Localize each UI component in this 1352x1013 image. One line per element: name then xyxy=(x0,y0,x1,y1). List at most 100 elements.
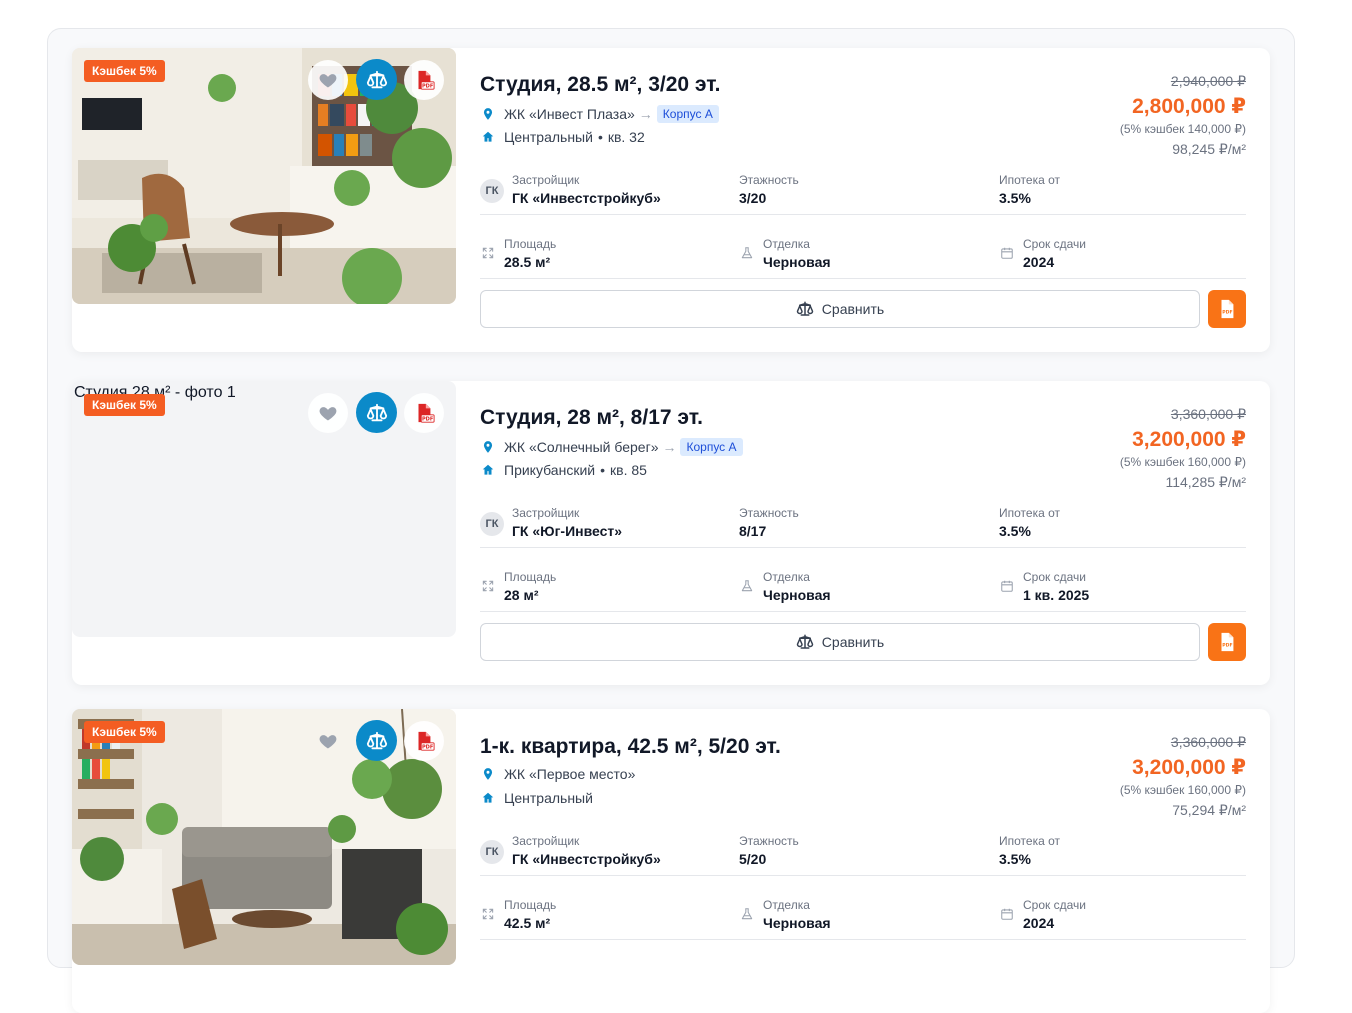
developer-value[interactable]: ГК «Юг-Инвест» xyxy=(512,523,622,539)
scale-icon xyxy=(366,402,388,424)
info-row-specs: Площадь 28.5 м² Отделка Черновая Срок сд… xyxy=(480,237,1246,279)
building-badge[interactable]: Корпус А xyxy=(656,105,719,123)
calendar-icon xyxy=(999,906,1015,922)
floors-cell: Этажность 3/20 xyxy=(739,173,799,206)
mortgage-label: Ипотека от xyxy=(999,506,1060,520)
favorite-button[interactable] xyxy=(308,721,348,761)
info-row-specs: Площадь 28 м² Отделка Черновая Срок сдач… xyxy=(480,570,1246,612)
info-row-main: ГК Застройщик ГК «Юг-Инвест» Этажность 8… xyxy=(480,506,1246,548)
area-value: 42.5 м² xyxy=(504,915,551,931)
flask-icon xyxy=(739,578,755,594)
floors-label: Этажность xyxy=(739,834,799,848)
favorite-button[interactable] xyxy=(308,60,348,100)
price-per-m2: 114,285 ₽/м² xyxy=(1165,474,1246,490)
district-line: Прикубанский • кв. 85 xyxy=(480,462,647,478)
pdf-icon xyxy=(413,402,435,424)
district-name: Прикубанский xyxy=(504,462,596,478)
listing-card[interactable]: Студия 28 м² - фото 1 Кэшбек 5% Студия, … xyxy=(72,381,1270,685)
listing-card[interactable]: Кэшбек 5% Студия, 28.5 м², 3/20 эт. ЖК «… xyxy=(72,48,1270,352)
complex-name[interactable]: ЖК «Инвест Плаза» xyxy=(504,106,635,122)
old-price: 2,940,000 ₽ xyxy=(1170,73,1246,89)
price-block: 2,940,000 ₽ 2,800,000 ₽ (5% кэшбек 140,0… xyxy=(1120,73,1246,158)
favorite-button[interactable] xyxy=(308,393,348,433)
developer-avatar: ГК xyxy=(480,512,504,536)
location-pin-icon xyxy=(480,766,496,782)
developer-label: Застройщик xyxy=(512,173,580,187)
district-line: Центральный xyxy=(480,790,593,806)
floors-label: Этажность xyxy=(739,173,799,187)
listing-card[interactable]: Кэшбек 5% 1-к. квартира, 42.5 м², 5/20 э… xyxy=(72,709,1270,1013)
arrow-right-icon: → xyxy=(638,106,653,122)
pdf-icon xyxy=(413,69,435,91)
complex-line: ЖК «Солнечный берег» → Корпус А xyxy=(480,438,743,456)
current-price: 3,200,000 ₽ xyxy=(1132,756,1246,779)
calendar-icon xyxy=(999,245,1015,261)
building-badge[interactable]: Корпус А xyxy=(680,438,743,456)
price-block: 3,360,000 ₽ 3,200,000 ₽ (5% кэшбек 160,0… xyxy=(1120,406,1246,491)
compare-button-label: Сравнить xyxy=(821,301,885,317)
scale-icon xyxy=(796,633,814,651)
pdf-button[interactable] xyxy=(1208,290,1246,328)
listing-photo[interactable]: Кэшбек 5% xyxy=(72,48,456,304)
floors-value: 3/20 xyxy=(739,190,767,206)
developer-value[interactable]: ГК «Инвестстройкуб» xyxy=(512,851,661,867)
compare-button[interactable]: Сравнить xyxy=(480,623,1200,661)
scale-icon xyxy=(366,730,388,752)
complex-name[interactable]: ЖК «Солнечный берег» xyxy=(504,439,658,455)
pdf-download-button[interactable] xyxy=(404,721,444,761)
developer-label: Застройщик xyxy=(512,834,580,848)
compare-toggle-button[interactable] xyxy=(356,59,397,100)
developer-cell: Застройщик ГК «Инвестстройкуб» xyxy=(512,173,661,206)
deadline-value: 2024 xyxy=(1023,915,1055,931)
finish-value: Черновая xyxy=(763,587,831,603)
current-price: 3,200,000 ₽ xyxy=(1132,428,1246,451)
district-name: Центральный xyxy=(504,129,593,145)
compare-toggle-button[interactable] xyxy=(356,392,397,433)
complex-line: ЖК «Первое место» xyxy=(480,766,635,782)
listing-title[interactable]: Студия, 28.5 м², 3/20 эт. xyxy=(480,73,721,97)
area-label: Площадь xyxy=(504,237,557,251)
heart-icon xyxy=(318,403,338,423)
flask-icon xyxy=(739,906,755,922)
expand-icon xyxy=(480,906,496,922)
floors-cell: Этажность 8/17 xyxy=(739,506,799,539)
scale-icon xyxy=(796,300,814,318)
compare-button[interactable]: Сравнить xyxy=(480,290,1200,328)
arrow-right-icon: → xyxy=(662,439,677,455)
mortgage-value: 3.5% xyxy=(999,523,1031,539)
home-icon xyxy=(480,129,496,145)
quarter-name: кв. 85 xyxy=(610,462,647,478)
mortgage-cell: Ипотека от 3.5% xyxy=(999,506,1060,539)
area-cell: Площадь 28 м² xyxy=(504,570,556,603)
area-cell: Площадь 28.5 м² xyxy=(504,237,556,270)
mortgage-label: Ипотека от xyxy=(999,173,1060,187)
finish-cell: Отделка Черновая xyxy=(763,570,831,603)
mortgage-label: Ипотека от xyxy=(999,834,1060,848)
compare-toggle-button[interactable] xyxy=(356,720,397,761)
deadline-label: Срок сдачи xyxy=(1023,898,1086,912)
separator-dot: • xyxy=(600,462,605,478)
pdf-button[interactable] xyxy=(1208,623,1246,661)
listing-title[interactable]: Студия, 28 м², 8/17 эт. xyxy=(480,406,703,430)
pdf-download-button[interactable] xyxy=(404,393,444,433)
mortgage-cell: Ипотека от 3.5% xyxy=(999,173,1060,206)
apartment-photo xyxy=(72,709,456,965)
listing-photo[interactable]: Студия 28 м² - фото 1 Кэшбек 5% xyxy=(72,381,456,637)
calendar-icon xyxy=(999,578,1015,594)
flask-icon xyxy=(739,245,755,261)
finish-cell: Отделка Черновая xyxy=(763,237,831,270)
old-price: 3,360,000 ₽ xyxy=(1170,734,1246,750)
developer-cell: Застройщик ГК «Инвестстройкуб» xyxy=(512,834,661,867)
listing-photo[interactable]: Кэшбек 5% xyxy=(72,709,456,965)
cashback-badge: Кэшбек 5% xyxy=(84,394,165,416)
listing-title[interactable]: 1-к. квартира, 42.5 м², 5/20 эт. xyxy=(480,735,781,759)
deadline-label: Срок сдачи xyxy=(1023,237,1086,251)
complex-name[interactable]: ЖК «Первое место» xyxy=(504,766,635,782)
finish-label: Отделка xyxy=(763,570,810,584)
developer-value[interactable]: ГК «Инвестстройкуб» xyxy=(512,190,661,206)
pdf-icon xyxy=(1216,631,1238,653)
expand-icon xyxy=(480,578,496,594)
developer-label: Застройщик xyxy=(512,506,580,520)
pdf-download-button[interactable] xyxy=(404,60,444,100)
old-price: 3,360,000 ₽ xyxy=(1170,406,1246,422)
